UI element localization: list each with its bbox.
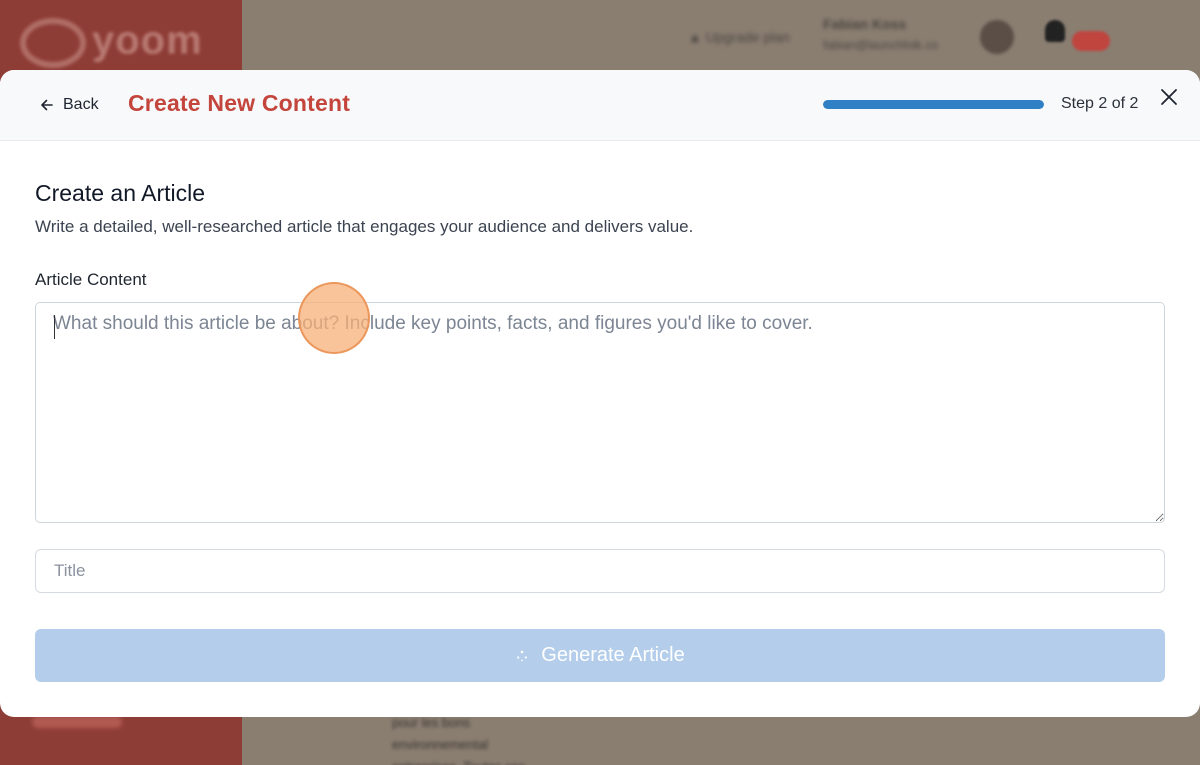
step-progress-bar: [823, 100, 1044, 109]
logo-mark-icon: [20, 18, 86, 68]
close-button[interactable]: [1158, 86, 1180, 108]
article-content-label: Article Content: [35, 270, 147, 289]
generate-article-button[interactable]: Generate Article: [35, 629, 1165, 682]
arrow-left-icon: [41, 99, 53, 111]
step-indicator: Step 2 of 2: [1061, 95, 1139, 112]
section-description: Write a detailed, well-researched articl…: [35, 217, 694, 236]
background-upgrade-link: ▲ Upgrade plan: [688, 29, 790, 45]
create-content-modal: Back Create New Content Step 2 of 2 Crea…: [0, 70, 1200, 717]
background-line: entreprises. Toutes ces: [392, 756, 525, 765]
text-caret: [54, 315, 55, 339]
background-sidebar-item: [32, 716, 122, 728]
modal-title: Create New Content: [128, 90, 351, 116]
background-notification-badge: [1072, 31, 1110, 51]
article-content-textarea[interactable]: [35, 302, 1165, 523]
background-logo-text: yoom: [92, 18, 203, 63]
generate-button-label: Generate Article: [541, 644, 685, 666]
background-bell-icon: [1045, 20, 1065, 42]
title-input[interactable]: [35, 549, 1165, 593]
back-button-label: Back: [63, 96, 99, 113]
step-progress-fill: [823, 100, 1044, 109]
background-user-name: Fabian Koss: [823, 16, 907, 32]
modal-header: Back Create New Content Step 2 of 2: [0, 70, 1200, 141]
sparkle-icon: [517, 650, 528, 661]
background-line: environnemental: [392, 737, 489, 752]
background-user-email: fabian@launchfolk.co: [823, 38, 938, 52]
close-icon: [1161, 89, 1177, 105]
background-avatar: [980, 20, 1014, 54]
background-logo: yoom: [20, 18, 203, 68]
background-text-lines: pour les bons environnemental entreprise…: [392, 712, 525, 765]
section-title: Create an Article: [35, 180, 206, 206]
background-upgrade-text: Upgrade plan: [705, 29, 790, 45]
back-button[interactable]: Back: [40, 93, 99, 117]
